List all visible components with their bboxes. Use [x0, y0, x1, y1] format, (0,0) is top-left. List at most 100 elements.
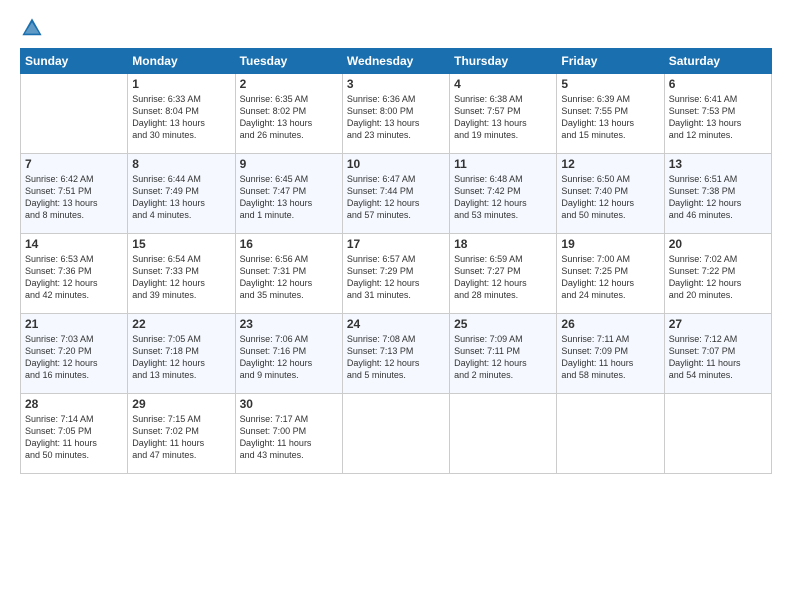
day-number: 12 — [561, 157, 659, 171]
day-number: 23 — [240, 317, 338, 331]
cell-content: Sunrise: 6:57 AM Sunset: 7:29 PM Dayligh… — [347, 253, 445, 302]
day-number: 3 — [347, 77, 445, 91]
day-number: 1 — [132, 77, 230, 91]
calendar-cell — [557, 394, 664, 474]
calendar-header-sunday: Sunday — [21, 49, 128, 74]
calendar-week-row: 7 Sunrise: 6:42 AM Sunset: 7:51 PM Daylig… — [21, 154, 772, 234]
cell-content: Sunrise: 6:56 AM Sunset: 7:31 PM Dayligh… — [240, 253, 338, 302]
cell-content: Sunrise: 6:47 AM Sunset: 7:44 PM Dayligh… — [347, 173, 445, 222]
calendar-cell: 19 Sunrise: 7:00 AM Sunset: 7:25 PM Dayli… — [557, 234, 664, 314]
calendar-cell: 17 Sunrise: 6:57 AM Sunset: 7:29 PM Dayli… — [342, 234, 449, 314]
day-number: 26 — [561, 317, 659, 331]
cell-content: Sunrise: 7:06 AM Sunset: 7:16 PM Dayligh… — [240, 333, 338, 382]
cell-content: Sunrise: 6:53 AM Sunset: 7:36 PM Dayligh… — [25, 253, 123, 302]
day-number: 20 — [669, 237, 767, 251]
logo-icon — [20, 16, 44, 40]
day-number: 4 — [454, 77, 552, 91]
day-number: 17 — [347, 237, 445, 251]
cell-content: Sunrise: 7:11 AM Sunset: 7:09 PM Dayligh… — [561, 333, 659, 382]
calendar-cell — [450, 394, 557, 474]
day-number: 29 — [132, 397, 230, 411]
calendar-cell: 6 Sunrise: 6:41 AM Sunset: 7:53 PM Daylig… — [664, 74, 771, 154]
cell-content: Sunrise: 7:09 AM Sunset: 7:11 PM Dayligh… — [454, 333, 552, 382]
calendar-cell: 7 Sunrise: 6:42 AM Sunset: 7:51 PM Daylig… — [21, 154, 128, 234]
calendar-week-row: 21 Sunrise: 7:03 AM Sunset: 7:20 PM Dayli… — [21, 314, 772, 394]
cell-content: Sunrise: 6:41 AM Sunset: 7:53 PM Dayligh… — [669, 93, 767, 142]
cell-content: Sunrise: 6:39 AM Sunset: 7:55 PM Dayligh… — [561, 93, 659, 142]
logo — [20, 16, 48, 40]
day-number: 10 — [347, 157, 445, 171]
calendar-cell: 28 Sunrise: 7:14 AM Sunset: 7:05 PM Dayli… — [21, 394, 128, 474]
calendar-cell: 14 Sunrise: 6:53 AM Sunset: 7:36 PM Dayli… — [21, 234, 128, 314]
day-number: 7 — [25, 157, 123, 171]
cell-content: Sunrise: 6:45 AM Sunset: 7:47 PM Dayligh… — [240, 173, 338, 222]
day-number: 16 — [240, 237, 338, 251]
day-number: 27 — [669, 317, 767, 331]
day-number: 14 — [25, 237, 123, 251]
calendar-header-row: SundayMondayTuesdayWednesdayThursdayFrid… — [21, 49, 772, 74]
calendar-week-row: 28 Sunrise: 7:14 AM Sunset: 7:05 PM Dayli… — [21, 394, 772, 474]
calendar-week-row: 14 Sunrise: 6:53 AM Sunset: 7:36 PM Dayli… — [21, 234, 772, 314]
day-number: 19 — [561, 237, 659, 251]
calendar-cell: 11 Sunrise: 6:48 AM Sunset: 7:42 PM Dayli… — [450, 154, 557, 234]
calendar-header-wednesday: Wednesday — [342, 49, 449, 74]
cell-content: Sunrise: 6:51 AM Sunset: 7:38 PM Dayligh… — [669, 173, 767, 222]
cell-content: Sunrise: 7:15 AM Sunset: 7:02 PM Dayligh… — [132, 413, 230, 462]
calendar-cell: 24Sunrise: 7:08 AM Sunset: 7:13 PM Dayli… — [342, 314, 449, 394]
cell-content: Sunrise: 7:08 AM Sunset: 7:13 PM Dayligh… — [347, 333, 445, 382]
calendar-cell: 22Sunrise: 7:05 AM Sunset: 7:18 PM Dayli… — [128, 314, 235, 394]
calendar-cell — [342, 394, 449, 474]
calendar-week-row: 1 Sunrise: 6:33 AM Sunset: 8:04 PM Daylig… — [21, 74, 772, 154]
calendar-cell: 27 Sunrise: 7:12 AM Sunset: 7:07 PM Dayli… — [664, 314, 771, 394]
calendar-cell: 4 Sunrise: 6:38 AM Sunset: 7:57 PM Daylig… — [450, 74, 557, 154]
day-number: 13 — [669, 157, 767, 171]
day-number: 11 — [454, 157, 552, 171]
cell-content: Sunrise: 6:36 AM Sunset: 8:00 PM Dayligh… — [347, 93, 445, 142]
calendar-header-tuesday: Tuesday — [235, 49, 342, 74]
cell-content: Sunrise: 7:14 AM Sunset: 7:05 PM Dayligh… — [25, 413, 123, 462]
cell-content: Sunrise: 6:42 AM Sunset: 7:51 PM Dayligh… — [25, 173, 123, 222]
day-number: 25 — [454, 317, 552, 331]
calendar-cell: 2Sunrise: 6:35 AM Sunset: 8:02 PM Daylig… — [235, 74, 342, 154]
calendar-cell: 5 Sunrise: 6:39 AM Sunset: 7:55 PM Daylig… — [557, 74, 664, 154]
calendar-cell: 21 Sunrise: 7:03 AM Sunset: 7:20 PM Dayli… — [21, 314, 128, 394]
cell-content: Sunrise: 6:44 AM Sunset: 7:49 PM Dayligh… — [132, 173, 230, 222]
page: SundayMondayTuesdayWednesdayThursdayFrid… — [0, 0, 792, 612]
day-number: 6 — [669, 77, 767, 91]
calendar-cell: 29 Sunrise: 7:15 AM Sunset: 7:02 PM Dayli… — [128, 394, 235, 474]
day-number: 5 — [561, 77, 659, 91]
calendar-cell: 20 Sunrise: 7:02 AM Sunset: 7:22 PM Dayli… — [664, 234, 771, 314]
day-number: 21 — [25, 317, 123, 331]
calendar-cell — [664, 394, 771, 474]
cell-content: Sunrise: 7:17 AM Sunset: 7:00 PM Dayligh… — [240, 413, 338, 462]
calendar-header-friday: Friday — [557, 49, 664, 74]
calendar-cell: 25 Sunrise: 7:09 AM Sunset: 7:11 PM Dayli… — [450, 314, 557, 394]
cell-content: Sunrise: 6:38 AM Sunset: 7:57 PM Dayligh… — [454, 93, 552, 142]
day-number: 8 — [132, 157, 230, 171]
cell-content: Sunrise: 6:50 AM Sunset: 7:40 PM Dayligh… — [561, 173, 659, 222]
calendar-cell: 13 Sunrise: 6:51 AM Sunset: 7:38 PM Dayli… — [664, 154, 771, 234]
cell-content: Sunrise: 7:02 AM Sunset: 7:22 PM Dayligh… — [669, 253, 767, 302]
cell-content: Sunrise: 6:33 AM Sunset: 8:04 PM Dayligh… — [132, 93, 230, 142]
day-number: 30 — [240, 397, 338, 411]
cell-content: Sunrise: 7:00 AM Sunset: 7:25 PM Dayligh… — [561, 253, 659, 302]
calendar-cell: 3 Sunrise: 6:36 AM Sunset: 8:00 PM Daylig… — [342, 74, 449, 154]
cell-content: Sunrise: 6:35 AM Sunset: 8:02 PM Dayligh… — [240, 93, 338, 142]
calendar-table: SundayMondayTuesdayWednesdayThursdayFrid… — [20, 48, 772, 474]
calendar-cell — [21, 74, 128, 154]
header — [20, 16, 772, 40]
day-number: 9 — [240, 157, 338, 171]
calendar-cell: 8 Sunrise: 6:44 AM Sunset: 7:49 PM Daylig… — [128, 154, 235, 234]
calendar-cell: 16 Sunrise: 6:56 AM Sunset: 7:31 PM Dayli… — [235, 234, 342, 314]
calendar-cell: 23 Sunrise: 7:06 AM Sunset: 7:16 PM Dayli… — [235, 314, 342, 394]
cell-content: Sunrise: 6:59 AM Sunset: 7:27 PM Dayligh… — [454, 253, 552, 302]
calendar-cell: 26 Sunrise: 7:11 AM Sunset: 7:09 PM Dayli… — [557, 314, 664, 394]
cell-content: Sunrise: 7:03 AM Sunset: 7:20 PM Dayligh… — [25, 333, 123, 382]
day-number: 28 — [25, 397, 123, 411]
calendar-cell: 10 Sunrise: 6:47 AM Sunset: 7:44 PM Dayli… — [342, 154, 449, 234]
calendar-cell: 15Sunrise: 6:54 AM Sunset: 7:33 PM Dayli… — [128, 234, 235, 314]
cell-content: Sunrise: 6:54 AM Sunset: 7:33 PM Dayligh… — [132, 253, 230, 302]
cell-content: Sunrise: 7:12 AM Sunset: 7:07 PM Dayligh… — [669, 333, 767, 382]
cell-content: Sunrise: 6:48 AM Sunset: 7:42 PM Dayligh… — [454, 173, 552, 222]
calendar-cell: 30 Sunrise: 7:17 AM Sunset: 7:00 PM Dayli… — [235, 394, 342, 474]
